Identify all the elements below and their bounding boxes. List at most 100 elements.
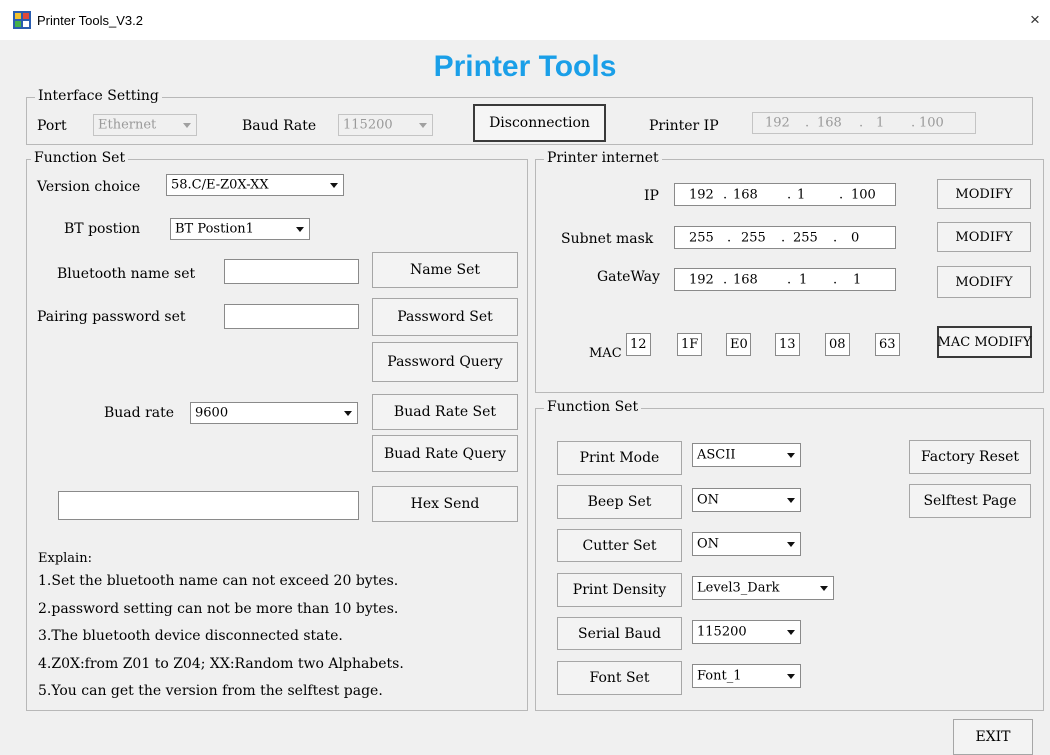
bt-position-value: BT Postion1 <box>175 221 254 237</box>
window-title: Printer Tools_V3.2 <box>37 13 143 28</box>
beep-set-button[interactable]: Beep Set <box>557 485 682 519</box>
version-choice-select[interactable]: 58.C/E-Z0X-XX <box>166 174 344 196</box>
mac-modify-button[interactable]: MAC MODIFY <box>937 326 1032 358</box>
explain-line: 3.The bluetooth device disconnected stat… <box>38 628 343 644</box>
explain-line: 1.Set the bluetooth name can not exceed … <box>38 573 399 589</box>
gateway-label: GateWay <box>597 269 660 285</box>
chevron-down-icon <box>292 220 308 238</box>
explain-title: Explain: <box>38 551 92 566</box>
cutter-set-button[interactable]: Cutter Set <box>557 529 682 562</box>
close-icon[interactable]: × <box>1030 10 1040 30</box>
version-choice-value: 58.C/E-Z0X-XX <box>171 177 269 193</box>
ip-octet: 1 <box>876 115 885 131</box>
chevron-down-icon <box>783 622 799 642</box>
buad-rate-query-button[interactable]: Buad Rate Query <box>372 435 518 472</box>
modify-gateway-button[interactable]: MODIFY <box>937 266 1031 298</box>
ip-label: IP <box>644 188 659 204</box>
serial-baud-select[interactable]: 115200 <box>692 620 801 644</box>
print-mode-select[interactable]: ASCII <box>692 443 801 467</box>
print-mode-button[interactable]: Print Mode <box>557 441 682 475</box>
gateway-field[interactable]: 192 . 168 . 1 . 1 <box>674 268 896 291</box>
print-density-select[interactable]: Level3_Dark <box>692 576 834 600</box>
explain-line: 5.You can get the version from the selft… <box>38 683 383 699</box>
baud-rate-value: 115200 <box>343 117 393 133</box>
buad-rate-set-button[interactable]: Buad Rate Set <box>372 394 518 430</box>
print-mode-value: ASCII <box>697 447 736 463</box>
page-title: Printer Tools <box>433 50 617 83</box>
title-bar <box>0 0 1050 40</box>
cutter-select[interactable]: ON <box>692 532 801 556</box>
ip-octet: 192 <box>689 272 714 287</box>
serial-baud-button[interactable]: Serial Baud <box>557 617 682 650</box>
ip-octet: 168 <box>817 115 842 131</box>
explain-line: 4.Z0X:from Z01 to Z04; XX:Random two Alp… <box>38 656 404 672</box>
chevron-down-icon <box>415 116 431 134</box>
mac-byte-field[interactable]: 13 <box>775 333 800 356</box>
bluetooth-name-label: Bluetooth name set <box>57 266 196 282</box>
pairing-password-input[interactable] <box>224 304 359 329</box>
cutter-value: ON <box>697 536 720 552</box>
mac-byte-field[interactable]: 08 <box>825 333 850 356</box>
ip-octet: 168 <box>733 187 758 202</box>
mac-byte-field[interactable]: 63 <box>875 333 900 356</box>
print-density-button[interactable]: Print Density <box>557 573 682 607</box>
bt-position-label: BT postion <box>64 221 141 237</box>
buad-rate-select[interactable]: 9600 <box>190 402 358 424</box>
ip-octet: 255 <box>793 230 818 245</box>
function-set-right-legend: Function Set <box>544 399 642 415</box>
port-label: Port <box>37 118 67 134</box>
mac-byte-field[interactable]: E0 <box>726 333 751 356</box>
selftest-page-button[interactable]: Selftest Page <box>909 484 1031 518</box>
print-density-value: Level3_Dark <box>697 580 780 596</box>
printer-ip-label: Printer IP <box>649 118 719 134</box>
pairing-password-label: Pairing password set <box>37 309 186 325</box>
port-value: Ethernet <box>98 117 157 133</box>
printer-internet-legend: Printer internet <box>544 150 662 166</box>
ip-octet: 1 <box>853 272 862 287</box>
mac-label: MAC <box>589 346 622 361</box>
serial-baud-value: 115200 <box>697 624 747 640</box>
chevron-down-icon <box>783 666 799 686</box>
function-set-left-legend: Function Set <box>31 150 129 166</box>
ip-octet: 0 <box>851 230 860 245</box>
bt-position-select[interactable]: BT Postion1 <box>170 218 310 240</box>
disconnection-button[interactable]: Disconnection <box>473 104 606 142</box>
password-set-button[interactable]: Password Set <box>372 298 518 336</box>
ip-octet: 1 <box>799 272 808 287</box>
subnet-mask-label: Subnet mask <box>561 231 654 247</box>
chevron-down-icon <box>816 578 832 598</box>
ip-octet: 100 <box>851 187 876 202</box>
font-select[interactable]: Font_1 <box>692 664 801 688</box>
app-icon <box>13 11 31 29</box>
chevron-down-icon <box>783 534 799 554</box>
chevron-down-icon <box>340 404 356 422</box>
name-set-button[interactable]: Name Set <box>372 252 518 288</box>
hex-input[interactable] <box>58 491 359 520</box>
ip-octet: 168 <box>733 272 758 287</box>
font-set-button[interactable]: Font Set <box>557 661 682 695</box>
exit-button[interactable]: EXIT <box>953 719 1033 755</box>
ip-octet: 192 <box>765 115 790 131</box>
modify-ip-button[interactable]: MODIFY <box>937 179 1031 209</box>
mac-byte-field[interactable]: 1F <box>677 333 702 356</box>
printer-ip-field[interactable]: 192 . 168 . 1 . 100 <box>752 112 976 134</box>
chevron-down-icon <box>783 490 799 510</box>
ip-octet: 255 <box>741 230 766 245</box>
subnet-mask-field[interactable]: 255 . 255 . 255 . 0 <box>674 226 896 249</box>
ip-octet: 1 <box>797 187 806 202</box>
port-select[interactable]: Ethernet <box>93 114 197 136</box>
baud-rate-select[interactable]: 115200 <box>338 114 433 136</box>
factory-reset-button[interactable]: Factory Reset <box>909 440 1031 474</box>
ip-octet: 192 <box>689 187 714 202</box>
bluetooth-name-input[interactable] <box>224 259 359 284</box>
ip-octet: 100 <box>919 115 944 131</box>
ip-field[interactable]: 192 . 168 . 1 . 100 <box>674 183 896 206</box>
explain-line: 2.password setting can not be more than … <box>38 601 399 617</box>
password-query-button[interactable]: Password Query <box>372 342 518 382</box>
modify-mask-button[interactable]: MODIFY <box>937 222 1031 252</box>
beep-select[interactable]: ON <box>692 488 801 512</box>
ip-octet: 255 <box>689 230 714 245</box>
hex-send-button[interactable]: Hex Send <box>372 486 518 522</box>
mac-byte-field[interactable]: 12 <box>626 333 651 356</box>
buad-rate-value: 9600 <box>195 405 229 421</box>
